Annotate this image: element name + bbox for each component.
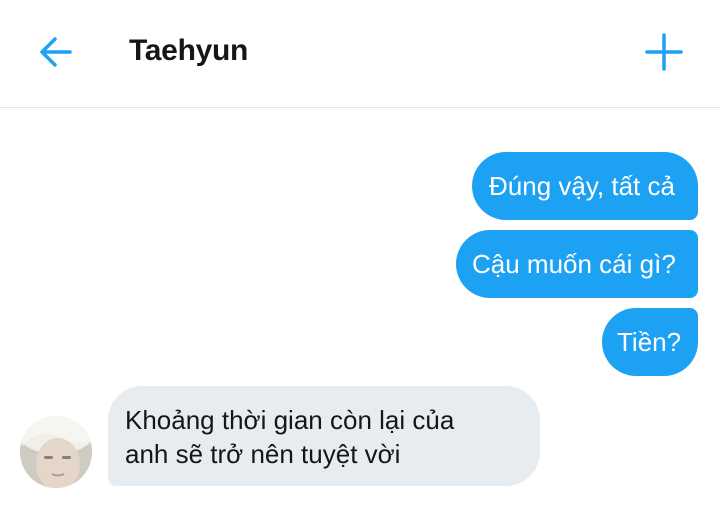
sent-message-bubble[interactable]: Tiền? bbox=[602, 308, 698, 376]
received-message-bubble[interactable]: Khoảng thời gian còn lại của anh sẽ trở … bbox=[108, 386, 540, 486]
message-line: Khoảng thời gian còn lại của bbox=[125, 405, 455, 435]
arrow-left-icon bbox=[40, 37, 72, 67]
sent-message-bubble[interactable]: Đúng vậy, tất cả bbox=[472, 152, 698, 220]
plus-icon bbox=[645, 33, 683, 71]
avatar[interactable] bbox=[20, 416, 92, 488]
conversation-header: Taehyun bbox=[0, 0, 720, 108]
back-button[interactable] bbox=[30, 30, 82, 74]
avatar-photo bbox=[20, 416, 92, 488]
message-line: anh sẽ trở nên tuyệt vời bbox=[125, 439, 401, 469]
new-message-button[interactable] bbox=[640, 28, 688, 76]
conversation-title: Taehyun bbox=[129, 34, 249, 67]
sent-message-bubble[interactable]: Cậu muốn cái gì? bbox=[456, 230, 698, 298]
